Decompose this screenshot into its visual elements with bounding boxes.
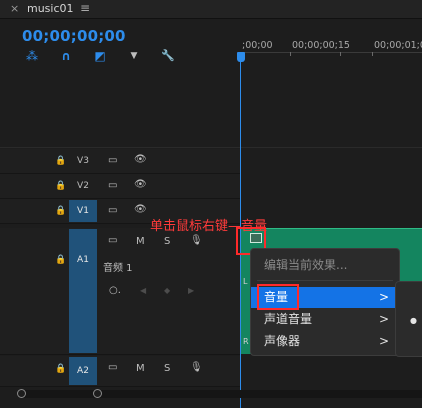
prev-keyframe-icon[interactable]: ◀ <box>140 286 146 295</box>
add-marker-icon[interactable]: ▼ <box>127 49 141 63</box>
solo-button[interactable]: S <box>164 363 170 374</box>
keyframe-toggle-icon[interactable]: ○. <box>109 285 121 296</box>
menu-item-channel-volume[interactable]: 声道音量 > <box>251 309 399 330</box>
solo-button[interactable]: S <box>164 236 170 247</box>
ruler-label: ;00;00 <box>242 40 273 51</box>
lock-icon[interactable]: 🔒 <box>55 156 66 166</box>
lock-icon[interactable]: 🔒 <box>55 364 66 374</box>
sync-lock-icon[interactable]: ▭ <box>108 205 117 216</box>
voiceover-mic-icon[interactable]: 🎙 <box>190 362 203 373</box>
track-area-divider <box>0 147 422 148</box>
snap-magnet-icon[interactable]: ∩ <box>59 49 73 63</box>
ruler-tick <box>372 52 373 56</box>
zoom-handle-right[interactable] <box>93 389 102 398</box>
track-a1-name[interactable]: 音频 1 <box>103 259 133 274</box>
sync-lock-icon[interactable]: ▭ <box>108 155 117 166</box>
ruler-label: 00;00;00;15 <box>292 40 350 51</box>
menu-item-edit-current-effect[interactable]: 编辑当前效果... <box>251 255 399 276</box>
clip-channel-label: L <box>243 277 248 286</box>
close-tab-icon[interactable]: × <box>10 2 19 15</box>
submenu-arrow-icon: > <box>378 290 389 304</box>
sync-lock-icon[interactable]: ▭ <box>108 362 117 373</box>
sync-lock-icon[interactable]: ▭ <box>108 180 117 191</box>
submenu-arrow-icon: > <box>378 312 389 326</box>
horizontal-scrollbar[interactable] <box>20 390 422 398</box>
playhead-timecode[interactable]: 00;00;00;00 <box>22 27 126 45</box>
eye-icon[interactable]: 👁 <box>134 179 147 190</box>
track-a2-header[interactable] <box>0 356 240 387</box>
track-label-v2[interactable]: V2 <box>69 175 97 197</box>
next-keyframe-icon[interactable]: ▶ <box>188 286 194 295</box>
menu-item-panner[interactable]: 声像器 > <box>251 331 399 352</box>
track-label-a1: A1 <box>77 255 89 265</box>
audio-clip-top-edge <box>241 228 422 229</box>
eye-icon[interactable]: 👁 <box>134 204 147 215</box>
mute-button[interactable]: M <box>136 363 145 374</box>
ruler-tick <box>290 52 291 56</box>
track-label-v3[interactable]: V3 <box>69 150 97 172</box>
insert-sequence-icon[interactable]: ⁂ <box>25 49 39 63</box>
lock-icon[interactable]: 🔒 <box>55 206 66 216</box>
track-label-v1[interactable]: V1 <box>69 200 97 222</box>
time-ruler[interactable] <box>240 52 422 53</box>
voiceover-mic-icon[interactable]: 🎙 <box>190 235 203 246</box>
volume-submenu <box>395 281 422 357</box>
mute-button[interactable]: M <box>136 236 145 247</box>
playhead-handle[interactable] <box>237 52 245 62</box>
sync-lock-icon[interactable]: ▭ <box>108 235 117 246</box>
submenu-checked-bullet-icon[interactable]: ● <box>410 316 417 325</box>
track-v2-header[interactable] <box>0 174 240 199</box>
track-v3-header[interactable] <box>0 149 240 174</box>
track-a1-target[interactable] <box>69 229 97 353</box>
lock-icon[interactable]: 🔒 <box>55 255 66 265</box>
zoom-handle-left[interactable] <box>17 389 26 398</box>
eye-icon[interactable]: 👁 <box>134 154 147 165</box>
tab-menu-icon[interactable]: ≡ <box>80 1 90 15</box>
submenu-arrow-icon: > <box>378 334 389 348</box>
ruler-tick <box>340 52 341 56</box>
ruler-label: 00;00;01;0 <box>374 40 422 51</box>
clip-channel-label: R <box>243 337 249 346</box>
linked-selection-icon[interactable]: ◩ <box>93 49 107 63</box>
sequence-tab-title[interactable]: music01 <box>27 2 74 15</box>
timeline-settings-wrench-icon[interactable]: 🔧 <box>161 49 175 63</box>
menu-separator <box>257 280 393 281</box>
track-label-a2[interactable]: A2 <box>69 357 97 385</box>
lock-icon[interactable]: 🔒 <box>55 181 66 191</box>
highlight-box-volume <box>257 284 299 310</box>
add-keyframe-icon[interactable]: ◆ <box>164 286 170 295</box>
